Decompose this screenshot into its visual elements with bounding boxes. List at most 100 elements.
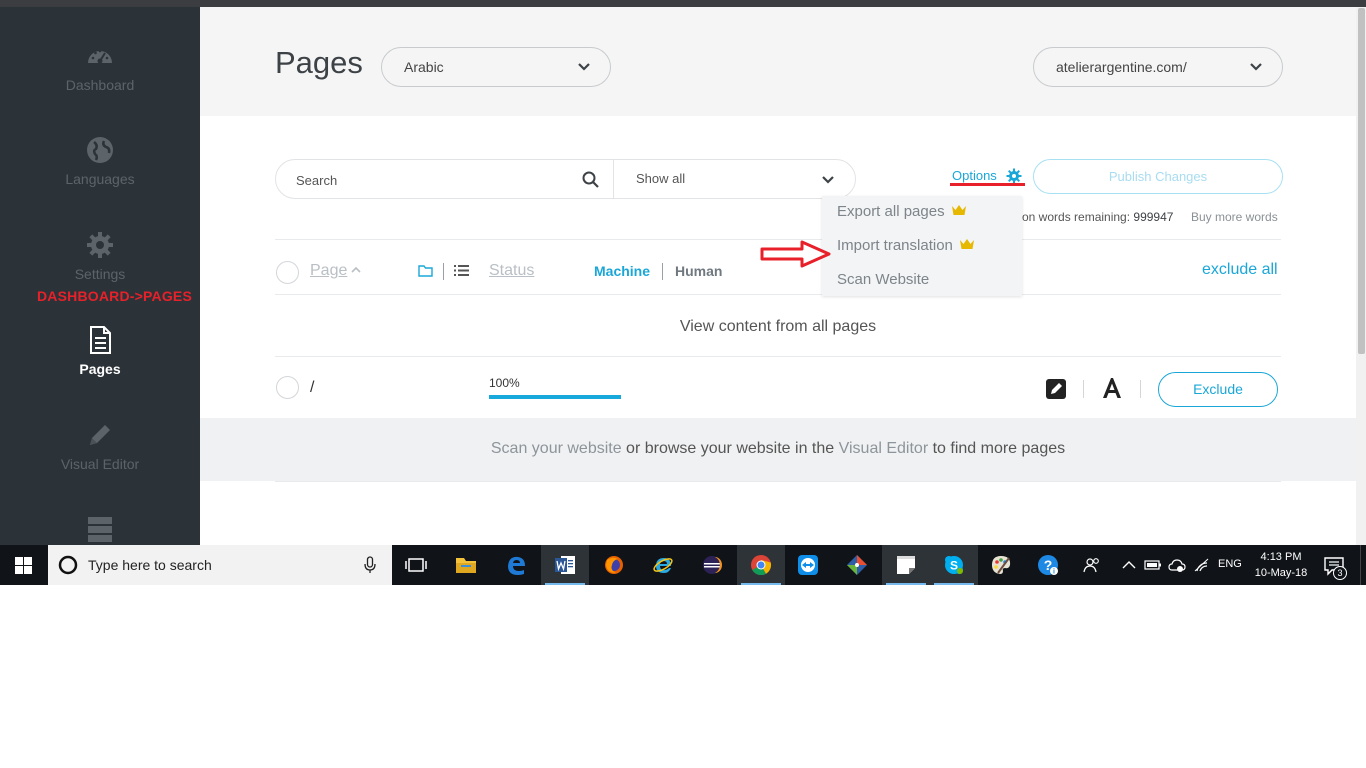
taskbar-app-firefox[interactable] [590, 545, 638, 585]
input-language[interactable]: ENG [1218, 558, 1242, 570]
scrollbar-thumb[interactable] [1358, 8, 1365, 354]
taskbar-app-git[interactable] [833, 545, 881, 585]
clock[interactable]: 4:13 PM 10-May-18 [1252, 549, 1310, 581]
git-icon [847, 555, 867, 575]
start-button[interactable] [0, 545, 48, 585]
eclipse-icon [703, 556, 722, 574]
menu-item-import-translation[interactable]: Import translation [837, 237, 975, 254]
server-icon [88, 517, 112, 542]
sidebar-item-label: Settings [74, 266, 126, 282]
taskbar-app-sticky-notes[interactable] [882, 545, 930, 585]
crown-icon [959, 239, 974, 249]
column-header-status[interactable]: Status [489, 262, 534, 280]
annotation-label: DASHBOARD->PAGES [37, 288, 193, 304]
wifi-icon[interactable] [1193, 556, 1211, 574]
chevron-up-icon[interactable] [1120, 556, 1138, 574]
language-select[interactable]: Arabic [381, 47, 611, 87]
visual-editor-link[interactable]: Visual Editor [839, 440, 929, 457]
divider [662, 263, 663, 280]
divider [275, 356, 1281, 357]
sidebar-item-languages[interactable]: Languages [0, 135, 200, 215]
page-header: Pages Arabic atelierargentine.com/ [200, 7, 1356, 116]
search-input[interactable] [296, 170, 576, 190]
main-content: Show all Options Publish Changes on word… [200, 116, 1356, 545]
teamviewer-icon [798, 555, 818, 575]
running-indicator [741, 583, 781, 585]
taskbar-app-internet-explorer[interactable] [639, 545, 687, 585]
task-view-button[interactable] [392, 545, 440, 585]
people-icon[interactable] [1083, 556, 1101, 574]
pencil-icon [90, 425, 110, 445]
gear-icon[interactable] [1006, 168, 1022, 184]
scan-website-link[interactable]: Scan your website [491, 440, 622, 457]
row-checkbox[interactable] [276, 376, 299, 399]
crown-icon [951, 205, 966, 215]
buy-more-words-link[interactable]: Buy more words [1191, 210, 1278, 224]
taskbar-app-paint[interactable] [977, 545, 1025, 585]
sidebar-item-dashboard[interactable]: Dashboard [0, 41, 200, 121]
menu-item-label: Export all pages [837, 203, 945, 220]
taskbar-app-skype[interactable]: S [930, 545, 978, 585]
taskbar-app-teamviewer[interactable] [784, 545, 832, 585]
divider [613, 160, 614, 198]
browser-top-strip [0, 0, 1366, 7]
sidebar-item-server[interactable] [0, 514, 200, 545]
clock-time: 4:13 PM [1260, 551, 1302, 563]
progress-fill [489, 395, 621, 399]
running-indicator [934, 583, 974, 585]
chrome-icon [751, 555, 772, 576]
scan-hint-text: or browse your website in the [621, 440, 839, 457]
globe-icon [87, 137, 113, 163]
menu-item-export-all-pages[interactable]: Export all pages [837, 203, 967, 220]
site-select-value: atelierargentine.com/ [1056, 59, 1187, 75]
taskbar: Type here to search S ? i ENG 4:13 PM 10-… [0, 545, 1366, 585]
taskbar-app-help[interactable]: ? i [1024, 545, 1072, 585]
font-icon[interactable] [1101, 377, 1123, 399]
folder-icon[interactable] [418, 264, 433, 277]
column-header-page[interactable]: Page [310, 262, 347, 280]
taskbar-app-file-explorer[interactable] [442, 545, 490, 585]
sidebar-item-label: Pages [79, 361, 121, 377]
microphone-icon[interactable] [364, 556, 376, 574]
firefox-icon [605, 556, 623, 574]
row-progress-bar [489, 395, 621, 399]
exclude-all-link[interactable]: exclude all [1202, 261, 1278, 279]
view-all-pages-link[interactable]: View content from all pages [275, 318, 1281, 336]
words-remaining-value: 999947 [1133, 210, 1174, 224]
taskbar-app-edge[interactable] [492, 545, 540, 585]
edit-icon[interactable] [1046, 379, 1066, 399]
skype-icon: S [945, 556, 963, 574]
running-indicator [545, 583, 585, 585]
cloud-sync-icon[interactable] [1168, 556, 1186, 574]
chevron-down-icon[interactable] [822, 175, 834, 185]
exclude-button[interactable]: Exclude [1158, 372, 1278, 407]
select-all-checkbox[interactable] [276, 261, 299, 284]
sort-up-icon[interactable] [351, 266, 361, 274]
options-link[interactable]: Options [952, 168, 997, 183]
svg-text:S: S [950, 559, 958, 573]
paint-icon [992, 556, 1011, 574]
internet-explorer-icon [653, 558, 673, 573]
help-icon: ? i [1038, 555, 1058, 576]
list-icon[interactable] [454, 264, 469, 277]
publish-changes-button[interactable]: Publish Changes [1033, 159, 1283, 194]
running-indicator [886, 583, 926, 585]
search-icon[interactable] [582, 171, 599, 188]
site-select[interactable]: atelierargentine.com/ [1033, 47, 1283, 87]
filter-machine[interactable]: Machine [594, 263, 650, 279]
row-page-path[interactable]: / [310, 379, 314, 397]
taskbar-search-box[interactable]: Type here to search [48, 545, 392, 585]
taskbar-app-word[interactable] [541, 545, 589, 585]
svg-text:i: i [1053, 569, 1055, 576]
menu-item-scan-website[interactable]: Scan Website [837, 271, 929, 288]
sticky-notes-icon [897, 556, 915, 574]
show-desktop-button[interactable] [1360, 545, 1366, 585]
sidebar-item-visual-editor[interactable]: Visual Editor [0, 420, 200, 500]
filter-human[interactable]: Human [675, 263, 722, 279]
sidebar-item-label: Dashboard [65, 77, 135, 93]
battery-icon[interactable] [1144, 556, 1162, 574]
filter-select[interactable]: Show all [636, 171, 685, 186]
sidebar-item-pages[interactable]: Pages [0, 325, 200, 405]
taskbar-app-chrome[interactable] [737, 545, 785, 585]
taskbar-app-eclipse[interactable] [688, 545, 736, 585]
